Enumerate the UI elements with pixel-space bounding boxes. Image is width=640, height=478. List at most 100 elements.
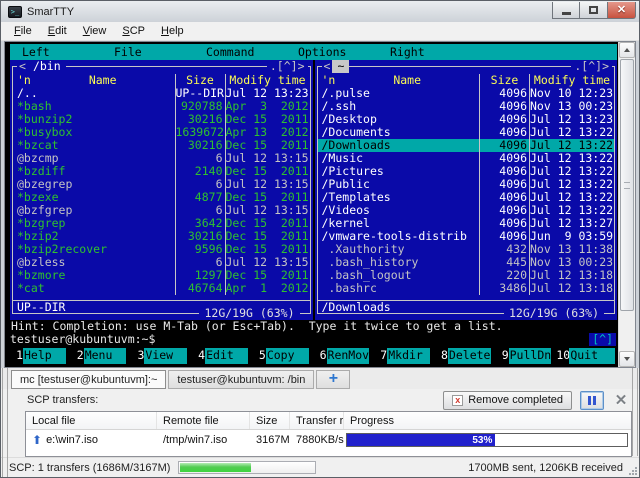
menu-bar: FileEditViewSCPHelp <box>1 22 639 41</box>
file-row[interactable]: *bzip2recover9596Dec 15 2011 <box>13 243 310 256</box>
column-name[interactable]: Name <box>335 74 479 87</box>
table-header-progress[interactable]: Progress <box>344 412 631 429</box>
file-size: 432 <box>479 243 529 256</box>
fkey-view[interactable]: 3View <box>131 348 192 364</box>
file-row[interactable]: /Pictures4096Jul 12 13:22 <box>318 165 615 178</box>
table-header-size[interactable]: Size <box>250 412 290 429</box>
panel-corner-controls[interactable]: .[^]> <box>571 60 612 73</box>
terminal[interactable]: LeftFileCommandOptionsRight 'nName Size … <box>5 42 618 367</box>
file-row[interactable]: /kernel4096Jul 12 13:27 <box>318 217 615 230</box>
mc-menu-file[interactable]: File <box>114 44 206 60</box>
menu-file[interactable]: File <box>6 23 40 39</box>
resize-grip[interactable] <box>628 466 637 475</box>
table-header-local-file[interactable]: Local file <box>26 412 157 429</box>
new-tab-button[interactable]: + <box>316 370 350 389</box>
scrollbar-thumb[interactable] <box>620 59 634 311</box>
close-transfers-panel-button[interactable]: ✕ <box>609 391 633 410</box>
remove-completed-button[interactable]: x Remove completed <box>443 391 572 410</box>
free-space-label: 12G/19G (63%) <box>504 307 604 320</box>
table-header-transfer-rate[interactable]: Transfer rate <box>290 412 344 429</box>
file-row[interactable]: /Music4096Jul 12 13:22 <box>318 152 615 165</box>
fkey-delete[interactable]: 8Delete <box>435 348 496 364</box>
file-row[interactable]: @bzfgrep6Jul 12 13:15 <box>13 204 310 217</box>
file-row[interactable]: /Videos4096Jul 12 13:22 <box>318 204 615 217</box>
column-mtime[interactable]: Modify time <box>529 74 614 87</box>
fkey-help[interactable]: 1Help <box>10 348 71 364</box>
minimize-button[interactable] <box>552 2 580 19</box>
file-row[interactable]: *bash920788Apr 3 2012 <box>13 100 310 113</box>
arrow-down-icon <box>624 357 630 361</box>
scrollbar-up-button[interactable] <box>619 42 635 58</box>
shell-prompt-line[interactable]: testuser@kubuntuvm:~$ [^] <box>10 333 617 346</box>
file-row[interactable]: @bzless6Jul 12 13:15 <box>13 256 310 269</box>
file-row[interactable]: @bzcmp6Jul 12 13:15 <box>13 152 310 165</box>
pause-transfers-button[interactable] <box>580 391 604 410</box>
scroll-up-indicator[interactable]: [^] <box>589 333 616 346</box>
panel-path[interactable]: ~ <box>332 60 349 73</box>
file-row[interactable]: /Downloads4096Jul 12 13:22 <box>318 139 615 152</box>
file-row[interactable]: *bzexe4877Dec 15 2011 <box>13 191 310 204</box>
fkey-number: 2 <box>71 348 84 364</box>
file-row[interactable]: *busybox1639672Apr 13 2012 <box>13 126 310 139</box>
terminal-scrollbar[interactable] <box>618 42 635 367</box>
file-name: /.. <box>13 87 175 100</box>
fkey-edit[interactable]: 4Edit <box>192 348 253 364</box>
file-row[interactable]: /..UP--DIRJul 12 13:23 <box>13 87 310 100</box>
file-row[interactable]: /Templates4096Jul 12 13:22 <box>318 191 615 204</box>
menu-help[interactable]: Help <box>153 23 192 39</box>
file-row[interactable]: *cat46764Apr 1 2012 <box>13 282 310 295</box>
panel-path[interactable]: /bin <box>28 60 66 73</box>
table-header-remote-file[interactable]: Remote file <box>157 412 250 429</box>
file-row[interactable]: /Public4096Jul 12 13:22 <box>318 178 615 191</box>
file-row[interactable]: /.ssh4096Nov 13 00:23 <box>318 100 615 113</box>
file-mtime: Jul 12 13:15 <box>225 256 310 269</box>
column-name[interactable]: Name <box>31 74 175 87</box>
file-row[interactable]: .bashrc3486Jul 12 13:18 <box>318 282 615 295</box>
file-row[interactable]: *bzgrep3642Dec 15 2011 <box>13 217 310 230</box>
file-row[interactable]: *bzip230216Dec 15 2011 <box>13 230 310 243</box>
fkey-mkdir[interactable]: 7Mkdir <box>374 348 435 364</box>
file-row[interactable]: .Xauthority432Nov 13 11:38 <box>318 243 615 256</box>
tab-0[interactable]: mc [testuser@kubuntuvm]:~ <box>11 370 166 389</box>
fkey-copy[interactable]: 5Copy <box>253 348 314 364</box>
file-row[interactable]: .bash_history445Nov 13 00:23 <box>318 256 615 269</box>
fkey-renmov[interactable]: 6RenMov <box>314 348 375 364</box>
mc-menu-options[interactable]: Options <box>298 44 390 60</box>
file-row[interactable]: /vmware-tools-distrib4096Jun 9 03:59 <box>318 230 615 243</box>
panel-frame: 'nName Size Modify time /.pulse4096Nov 1… <box>317 66 616 314</box>
panel-corner-controls[interactable]: .[^]> <box>267 60 308 73</box>
column-mtime[interactable]: Modify time <box>225 74 310 87</box>
menu-view[interactable]: View <box>75 23 115 39</box>
menu-edit[interactable]: Edit <box>40 23 75 39</box>
history-back-marker[interactable]: < <box>17 60 28 73</box>
file-name: /Desktop <box>318 113 480 126</box>
history-back-marker[interactable]: < <box>322 60 333 73</box>
tab-1[interactable]: testuser@kubuntuvm: /bin <box>168 370 314 389</box>
mc-menu-left[interactable]: Left <box>22 44 114 60</box>
file-row[interactable]: *bzmore1297Dec 15 2011 <box>13 269 310 282</box>
column-size[interactable]: Size <box>479 74 529 87</box>
menu-scp[interactable]: SCP <box>114 23 153 39</box>
file-size: 4096 <box>479 126 529 139</box>
file-row[interactable]: /.pulse4096Nov 10 12:23 <box>318 87 615 100</box>
fkey-pulldn[interactable]: 9PullDn <box>496 348 557 364</box>
file-row[interactable]: /Desktop4096Jul 12 13:23 <box>318 113 615 126</box>
scrollbar-down-button[interactable] <box>619 351 635 367</box>
fkey-quit[interactable]: 10Quit <box>556 348 617 364</box>
file-row[interactable]: @bzegrep6Jul 12 13:15 <box>13 178 310 191</box>
file-row[interactable]: .bash_logout220Jul 12 13:18 <box>318 269 615 282</box>
column-size[interactable]: Size <box>175 74 225 87</box>
mc-menu-command[interactable]: Command <box>206 44 298 60</box>
title-bar[interactable]: >_ SmarTTY ✕ <box>1 1 639 22</box>
fkey-menu[interactable]: 2Menu <box>71 348 132 364</box>
maximize-button[interactable] <box>580 2 608 19</box>
shell-prompt[interactable]: testuser@kubuntuvm:~$ <box>10 333 589 346</box>
transfer-row[interactable]: ⬆e:\win7.iso /tmp/win7.iso 3167M 7880KB/… <box>26 430 631 450</box>
file-row[interactable]: *bzcat30216Dec 15 2011 <box>13 139 310 152</box>
file-row[interactable]: *bzdiff2140Dec 15 2011 <box>13 165 310 178</box>
mc-menu-right[interactable]: Right <box>390 44 482 60</box>
close-button[interactable]: ✕ <box>608 2 636 19</box>
file-row[interactable]: /Documents4096Jul 12 13:22 <box>318 126 615 139</box>
file-size: 4096 <box>479 204 529 217</box>
file-row[interactable]: *bunzip230216Dec 15 2011 <box>13 113 310 126</box>
